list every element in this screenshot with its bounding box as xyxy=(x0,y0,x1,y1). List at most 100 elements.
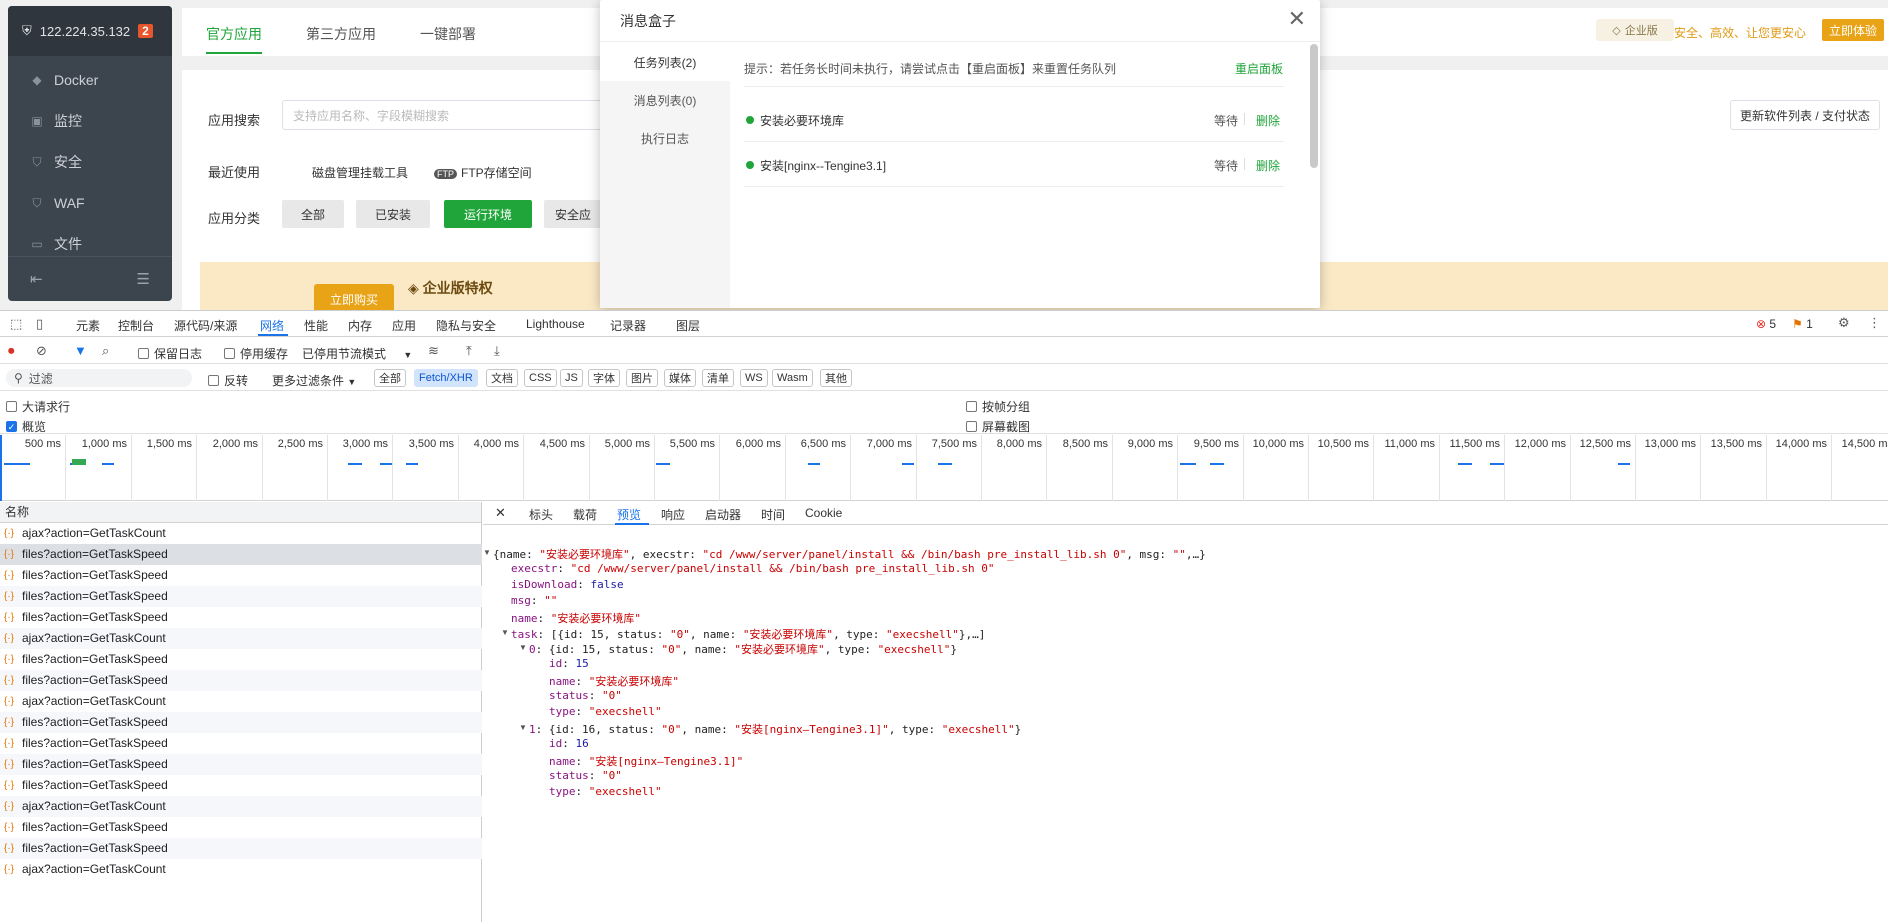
throttle-select[interactable]: 已停用节流模式 ▼ xyxy=(302,345,412,362)
nav-item-docker[interactable]: ◆ Docker xyxy=(8,60,172,100)
category-installed[interactable]: 已安装 xyxy=(356,200,430,228)
wifi-conditions-icon[interactable]: ≋ xyxy=(428,344,439,358)
tab-elements[interactable]: 元素 xyxy=(76,317,100,334)
tab-response[interactable]: 响应 xyxy=(661,506,685,523)
tab-lighthouse[interactable]: Lighthouse xyxy=(526,317,585,331)
filter-input[interactable]: ⚲ 过滤 xyxy=(6,369,192,387)
request-row[interactable]: {·} files?action=GetTaskSpeed xyxy=(0,544,482,565)
expand-toggle-icon[interactable]: ▼ xyxy=(483,548,491,557)
filter-media[interactable]: 媒体 xyxy=(664,369,696,387)
tab-task-list[interactable]: 任务列表(2) xyxy=(600,43,730,81)
recent-ftp[interactable]: FTP FTP存储空间 xyxy=(434,164,532,181)
tab-recorder[interactable]: 记录器 xyxy=(610,317,646,334)
recent-disk-tool[interactable]: 磁盘管理挂载工具 xyxy=(312,164,408,181)
expand-toggle-icon[interactable]: ▼ xyxy=(519,723,527,732)
request-row[interactable]: {·} files?action=GetTaskSpeed xyxy=(0,733,482,754)
request-row[interactable]: {·} files?action=GetTaskSpeed xyxy=(0,607,482,628)
name-column-header[interactable]: 名称 xyxy=(0,502,482,523)
request-row[interactable]: {·} ajax?action=GetTaskCount xyxy=(0,691,482,712)
filter-manifest[interactable]: 清单 xyxy=(702,369,734,387)
tab-message-list[interactable]: 消息列表(0) xyxy=(600,81,730,119)
request-row[interactable]: {·} ajax?action=GetTaskCount xyxy=(0,859,482,880)
more-filters-dropdown[interactable]: 更多过滤条件 ▼ xyxy=(272,372,356,389)
tab-console[interactable]: 控制台 xyxy=(118,317,154,334)
tab-application[interactable]: 应用 xyxy=(392,317,416,334)
tab-cookie[interactable]: Cookie xyxy=(805,506,842,520)
export-har-icon[interactable]: ⤓ xyxy=(494,344,500,358)
request-row[interactable]: {·} ajax?action=GetTaskCount xyxy=(0,628,482,649)
tab-sources[interactable]: 源代码/来源 xyxy=(174,317,237,334)
request-row[interactable]: {·} files?action=GetTaskSpeed xyxy=(0,754,482,775)
nav-item-waf[interactable]: ⛉ WAF xyxy=(8,183,172,223)
filter-fetch-xhr[interactable]: Fetch/XHR xyxy=(414,369,478,387)
filter-doc[interactable]: 文档 xyxy=(486,369,518,387)
try-now-button[interactable]: 立即体验 xyxy=(1822,19,1884,41)
request-row[interactable]: {·} files?action=GetTaskSpeed xyxy=(0,586,482,607)
warning-count[interactable]: ⚑ 1 xyxy=(1792,317,1813,331)
search-input[interactable]: 支持应用名称、字段模糊搜索 xyxy=(282,100,612,130)
nav-item-monitor[interactable]: ▣ 监控 xyxy=(8,101,172,141)
tab-third-party[interactable]: 第三方应用 xyxy=(306,24,376,44)
tab-one-click[interactable]: 一键部署 xyxy=(420,24,476,44)
expand-toggle-icon[interactable]: ▼ xyxy=(501,628,509,637)
delete-task-link[interactable]: 删除 xyxy=(1256,112,1280,129)
server-host[interactable]: ⛨ 122.224.35.132 2 xyxy=(8,6,172,56)
tab-network[interactable]: 网络 xyxy=(260,317,284,334)
preserve-log-checkbox[interactable]: 保留日志 xyxy=(138,345,202,362)
filter-font[interactable]: 字体 xyxy=(588,369,620,387)
tab-privacy[interactable]: 隐私与安全 xyxy=(436,317,496,334)
request-row[interactable]: {·} files?action=GetTaskSpeed xyxy=(0,838,482,859)
request-row[interactable]: {·} files?action=GetTaskSpeed xyxy=(0,817,482,838)
category-security[interactable]: 安全应 xyxy=(544,200,602,228)
filter-img[interactable]: 图片 xyxy=(626,369,658,387)
tab-timing[interactable]: 时间 xyxy=(761,506,785,523)
error-count[interactable]: ⊗ 5 xyxy=(1756,317,1776,331)
tab-layers[interactable]: 图层 xyxy=(676,317,700,334)
invert-checkbox[interactable]: 反转 xyxy=(208,372,248,389)
close-icon[interactable]: ✕ xyxy=(1288,8,1306,30)
close-detail-icon[interactable]: ✕ xyxy=(495,505,506,521)
filter-all[interactable]: 全部 xyxy=(374,369,406,387)
request-row[interactable]: {·} files?action=GetTaskSpeed xyxy=(0,712,482,733)
network-overview-timeline[interactable]: 500 ms 1,000 ms 1,500 ms 2,000 ms 2,500 ms 3,… xyxy=(0,435,1888,501)
nav-item-security[interactable]: ⛉ 安全 xyxy=(8,142,172,182)
big-rows-checkbox[interactable]: 大请求行 xyxy=(6,398,70,415)
category-all[interactable]: 全部 xyxy=(282,200,344,228)
restart-panel-link[interactable]: 重启面板 xyxy=(1235,60,1283,77)
buy-now-button[interactable]: 立即购买 xyxy=(314,284,394,310)
tab-initiator[interactable]: 启动器 xyxy=(705,506,741,523)
settings-gear-icon[interactable]: ⚙ xyxy=(1838,316,1850,330)
tab-payload[interactable]: 载荷 xyxy=(573,506,597,523)
category-runtime[interactable]: 运行环境 xyxy=(444,200,532,228)
overview-checkbox[interactable]: ✓ 概览 xyxy=(6,418,46,435)
search-icon[interactable]: ⌕ xyxy=(102,344,109,358)
tab-performance[interactable]: 性能 xyxy=(304,317,328,334)
dialog-scrollbar[interactable] xyxy=(1310,44,1318,168)
tab-exec-log[interactable]: 执行日志 xyxy=(600,119,730,157)
inspect-icon[interactable]: ⬚ xyxy=(10,317,22,331)
filter-ws[interactable]: WS xyxy=(740,369,768,387)
record-stop-icon[interactable]: ⏺ xyxy=(8,344,15,358)
menu-list-icon[interactable]: ☰ xyxy=(137,270,150,288)
filter-wasm[interactable]: Wasm xyxy=(772,369,813,387)
device-toolbar-icon[interactable]: ▯ xyxy=(36,317,43,331)
request-row[interactable]: {·} files?action=GetTaskSpeed xyxy=(0,649,482,670)
request-row[interactable]: {·} files?action=GetTaskSpeed xyxy=(0,670,482,691)
collapse-icon[interactable]: ⇤ xyxy=(30,270,43,288)
request-row[interactable]: {·} files?action=GetTaskSpeed xyxy=(0,565,482,586)
tab-official[interactable]: 官方应用 xyxy=(206,24,262,44)
more-options-icon[interactable]: ⋮ xyxy=(1868,316,1881,330)
request-row[interactable]: {·} ajax?action=GetTaskCount xyxy=(0,796,482,817)
request-row[interactable]: {·} files?action=GetTaskSpeed xyxy=(0,775,482,796)
disable-cache-checkbox[interactable]: 停用缓存 xyxy=(224,345,288,362)
tab-preview[interactable]: 预览 xyxy=(617,506,641,523)
filter-other[interactable]: 其他 xyxy=(820,369,852,387)
import-har-icon[interactable]: ⤒ xyxy=(466,344,472,358)
clear-icon[interactable]: ⊘ xyxy=(36,344,47,358)
group-by-frame-checkbox[interactable]: 按帧分组 xyxy=(966,398,1030,415)
screenshots-checkbox[interactable]: 屏幕截图 xyxy=(966,418,1030,435)
filter-funnel-icon[interactable]: ▼ xyxy=(74,344,87,358)
tab-headers[interactable]: 标头 xyxy=(529,506,553,523)
filter-js[interactable]: JS xyxy=(560,369,583,387)
tab-memory[interactable]: 内存 xyxy=(348,317,372,334)
